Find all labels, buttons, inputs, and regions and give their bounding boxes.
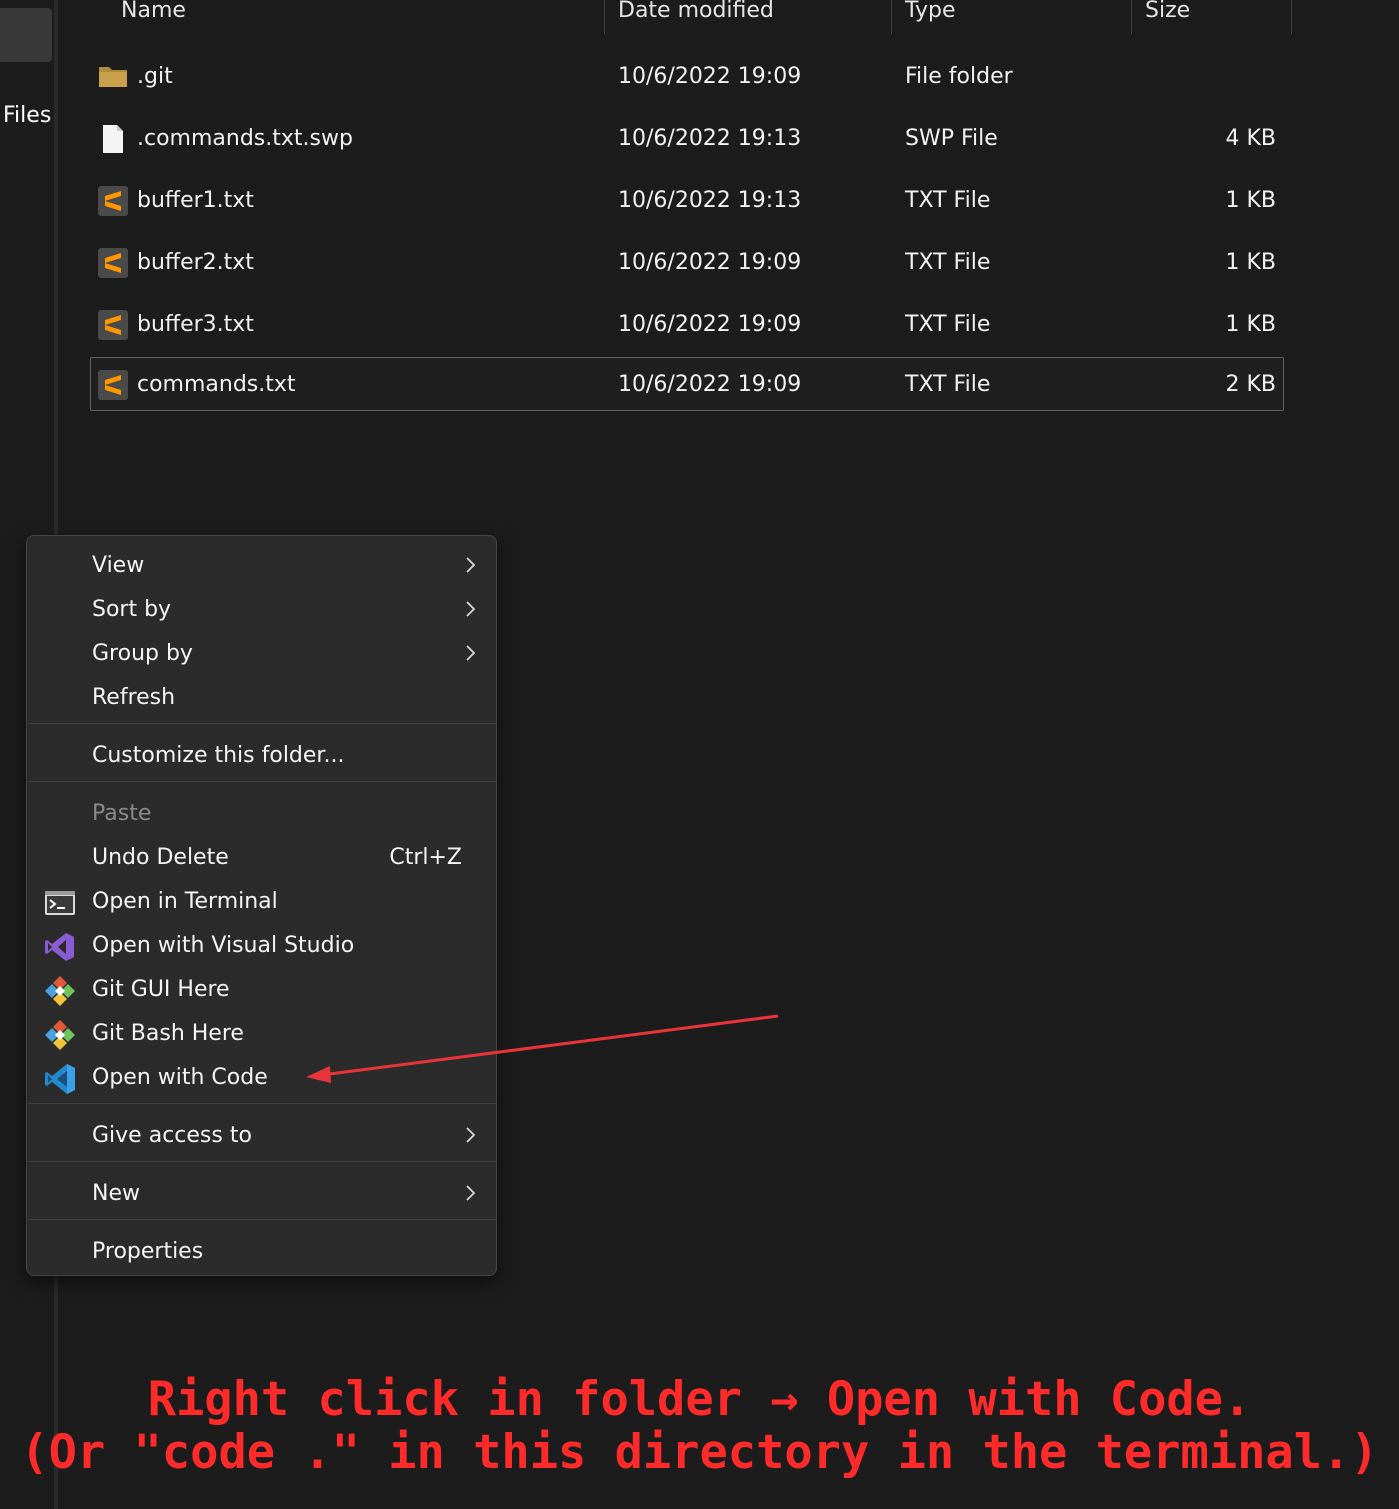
menu-shortcut: Ctrl+Z bbox=[389, 845, 462, 870]
file-date: 10/6/2022 19:13 bbox=[618, 188, 802, 213]
menu-item-label: Customize this folder... bbox=[92, 743, 345, 768]
file-date: 10/6/2022 19:09 bbox=[618, 250, 802, 275]
terminal-icon bbox=[45, 891, 75, 915]
menu-item-properties[interactable]: Properties bbox=[27, 1230, 496, 1274]
menu-item-label: Group by bbox=[92, 641, 193, 666]
menu-item-group-by[interactable]: Group by bbox=[27, 632, 496, 676]
file-type: TXT File bbox=[905, 312, 991, 337]
file-name: buffer3.txt bbox=[137, 312, 254, 337]
column-divider[interactable] bbox=[1131, 0, 1132, 34]
annotation-caption-line-1: Right click in folder → Open with Code. bbox=[147, 1372, 1252, 1427]
file-name: buffer1.txt bbox=[137, 188, 254, 213]
menu-item-open-with-code[interactable]: Open with Code bbox=[27, 1056, 496, 1100]
file-type: SWP File bbox=[905, 126, 998, 151]
file-date: 10/6/2022 19:09 bbox=[618, 372, 802, 397]
file-size: 4 KB bbox=[1225, 126, 1276, 151]
chevron-right-icon bbox=[466, 1127, 476, 1143]
menu-item-new[interactable]: New bbox=[27, 1172, 496, 1216]
file-size: 1 KB bbox=[1225, 188, 1276, 213]
folder-icon bbox=[99, 67, 127, 87]
file-row[interactable]: buffer1.txt 10/6/2022 19:13 TXT File 1 K… bbox=[90, 175, 1284, 227]
menu-separator bbox=[28, 1219, 497, 1220]
navigation-selected-item[interactable] bbox=[0, 8, 52, 62]
menu-item-label: Open with Visual Studio bbox=[92, 933, 355, 958]
chevron-right-icon bbox=[466, 601, 476, 617]
menu-separator bbox=[28, 723, 497, 724]
file-name: buffer2.txt bbox=[137, 250, 254, 275]
menu-item-label: Undo Delete bbox=[92, 845, 229, 870]
file-row[interactable]: buffer3.txt 10/6/2022 19:09 TXT File 1 K… bbox=[90, 299, 1284, 351]
file-date: 10/6/2022 19:09 bbox=[618, 64, 802, 89]
sublime-text-icon bbox=[98, 248, 128, 278]
column-divider[interactable] bbox=[1291, 0, 1292, 34]
file-type: TXT File bbox=[905, 372, 991, 397]
menu-item-label: View bbox=[92, 553, 145, 578]
chevron-right-icon bbox=[466, 1185, 476, 1201]
menu-item-open-in-terminal[interactable]: Open in Terminal bbox=[27, 880, 496, 924]
chevron-right-icon bbox=[466, 645, 476, 661]
column-divider[interactable] bbox=[604, 0, 605, 34]
blank-file-icon bbox=[103, 125, 123, 153]
menu-item-label: Paste bbox=[92, 801, 152, 826]
column-header-type[interactable]: Type bbox=[905, 0, 956, 26]
menu-item-label: Give access to bbox=[92, 1123, 252, 1148]
file-size: 1 KB bbox=[1225, 250, 1276, 275]
file-type: TXT File bbox=[905, 188, 991, 213]
chevron-right-icon bbox=[466, 557, 476, 573]
menu-item-label: Git Bash Here bbox=[92, 1021, 244, 1046]
menu-separator bbox=[28, 1161, 497, 1162]
menu-item-sort-by[interactable]: Sort by bbox=[27, 588, 496, 632]
menu-item-customize-folder[interactable]: Customize this folder... bbox=[27, 734, 496, 778]
file-date: 10/6/2022 19:09 bbox=[618, 312, 802, 337]
sublime-text-icon bbox=[98, 186, 128, 216]
menu-item-open-visual-studio[interactable]: Open with Visual Studio bbox=[27, 924, 496, 968]
menu-item-label: Properties bbox=[92, 1239, 204, 1264]
file-name: .git bbox=[137, 64, 173, 89]
menu-item-label: Git GUI Here bbox=[92, 977, 230, 1002]
sidebar-item-files[interactable]: Files bbox=[3, 103, 51, 128]
menu-item-label: Sort by bbox=[92, 597, 172, 622]
file-row-selected[interactable]: commands.txt 10/6/2022 19:09 TXT File 2 … bbox=[90, 357, 1284, 411]
file-row[interactable]: .git 10/6/2022 19:09 File folder bbox=[90, 51, 1284, 103]
column-header-size[interactable]: Size bbox=[1145, 0, 1190, 26]
menu-separator bbox=[28, 781, 497, 782]
menu-item-undo-delete[interactable]: Undo Delete Ctrl+Z bbox=[27, 836, 496, 880]
sublime-text-icon bbox=[98, 310, 128, 340]
column-divider[interactable] bbox=[891, 0, 892, 34]
menu-item-label: Refresh bbox=[92, 685, 176, 710]
visual-studio-icon bbox=[45, 933, 74, 961]
file-name: commands.txt bbox=[137, 372, 296, 397]
menu-separator bbox=[28, 1103, 497, 1104]
file-date: 10/6/2022 19:13 bbox=[618, 126, 802, 151]
file-size: 1 KB bbox=[1225, 312, 1276, 337]
column-header-date-modified[interactable]: Date modified bbox=[618, 0, 774, 26]
file-row[interactable]: buffer2.txt 10/6/2022 19:09 TXT File 1 K… bbox=[90, 237, 1284, 289]
menu-item-give-access-to[interactable]: Give access to bbox=[27, 1114, 496, 1158]
file-name: .commands.txt.swp bbox=[137, 126, 353, 151]
context-menu: View Sort by Group by Refresh Customize … bbox=[26, 535, 497, 1276]
file-size: 2 KB bbox=[1225, 372, 1276, 397]
file-type: File folder bbox=[905, 64, 1013, 89]
column-header-name[interactable]: Name bbox=[121, 0, 186, 26]
annotation-caption-line-2: (Or "code ." in this directory in the te… bbox=[20, 1425, 1379, 1480]
file-explorer-window: Files Name Date modified Type Size .git … bbox=[0, 0, 1399, 1509]
menu-item-paste: Paste bbox=[27, 792, 496, 836]
menu-item-refresh[interactable]: Refresh bbox=[27, 676, 496, 720]
git-bash-icon bbox=[45, 1020, 75, 1050]
git-gui-icon bbox=[45, 976, 75, 1006]
file-type: TXT File bbox=[905, 250, 991, 275]
sublime-text-icon bbox=[98, 370, 128, 400]
file-row[interactable]: .commands.txt.swp 10/6/2022 19:13 SWP Fi… bbox=[90, 113, 1284, 165]
menu-item-git-gui-here[interactable]: Git GUI Here bbox=[27, 968, 496, 1012]
menu-item-label: Open in Terminal bbox=[92, 889, 278, 914]
menu-item-view[interactable]: View bbox=[27, 544, 496, 588]
menu-item-label: Open with Code bbox=[92, 1065, 268, 1090]
vscode-icon bbox=[45, 1064, 75, 1094]
menu-item-git-bash-here[interactable]: Git Bash Here bbox=[27, 1012, 496, 1056]
menu-item-label: New bbox=[92, 1181, 140, 1206]
